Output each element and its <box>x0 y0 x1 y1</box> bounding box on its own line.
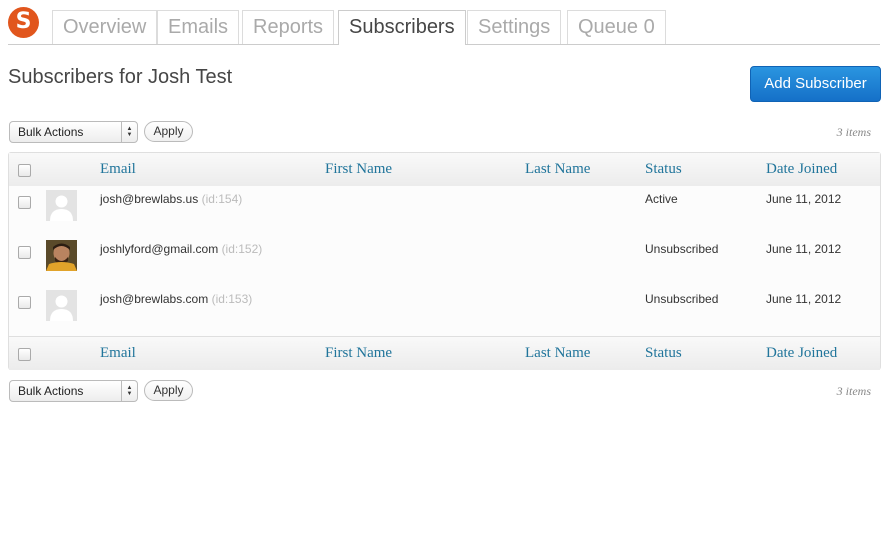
table-row: joshlyford@gmail.com (id:152) Unsubscrib… <box>9 236 880 287</box>
bulk-actions-select-bottom[interactable]: Bulk Actions ▲ ▼ <box>9 380 138 402</box>
row-checkbox[interactable] <box>18 196 31 209</box>
add-subscriber-button[interactable]: Add Subscriber <box>750 66 881 102</box>
default-avatar-icon <box>46 190 77 221</box>
logo-letter: S <box>15 9 32 34</box>
subscribers-table: Email First Name Last Name Status Date J… <box>8 152 881 370</box>
bulk-actions-select-top[interactable]: Bulk Actions ▲ ▼ <box>9 121 138 143</box>
avatar <box>46 240 77 271</box>
row-checkbox[interactable] <box>18 246 31 259</box>
date-joined-cell: June 11, 2012 <box>766 242 842 256</box>
tab-emails[interactable]: Emails <box>157 10 240 44</box>
column-first-name[interactable]: First Name <box>325 345 392 362</box>
items-count-bottom: 3 items <box>836 384 871 398</box>
date-joined-cell: June 11, 2012 <box>766 292 842 306</box>
select-all-checkbox[interactable] <box>18 164 31 177</box>
select-arrows-icon: ▲ ▼ <box>121 122 137 142</box>
email-text: josh@brewlabs.com <box>100 292 209 306</box>
apply-button-top[interactable]: Apply <box>144 121 193 142</box>
row-checkbox[interactable] <box>18 296 31 309</box>
select-arrows-icon: ▲ ▼ <box>121 381 137 401</box>
tab-subscribers[interactable]: Subscribers <box>338 10 466 45</box>
tab-settings[interactable]: Settings <box>467 10 562 44</box>
tab-overview[interactable]: Overview <box>52 10 158 44</box>
column-status[interactable]: Status <box>645 161 682 178</box>
column-last-name[interactable]: Last Name <box>525 345 590 362</box>
email-text: josh@brewlabs.us <box>100 192 199 206</box>
bulk-actions-label: Bulk Actions <box>18 125 84 139</box>
apply-button-bottom[interactable]: Apply <box>144 380 193 401</box>
app-logo[interactable]: S <box>8 7 39 38</box>
date-joined-cell: June 11, 2012 <box>766 192 842 206</box>
status-cell: Unsubscribed <box>645 292 719 306</box>
email-cell[interactable]: joshlyford@gmail.com (id:152) <box>100 242 262 256</box>
user-photo-avatar <box>46 240 77 271</box>
column-status[interactable]: Status <box>645 345 682 362</box>
items-count-top: 3 items <box>836 125 871 139</box>
email-text: joshlyford@gmail.com <box>100 242 219 256</box>
select-all-checkbox-footer[interactable] <box>18 348 31 361</box>
table-header: Email First Name Last Name Status Date J… <box>9 153 880 187</box>
column-first-name[interactable]: First Name <box>325 161 392 178</box>
subscriber-id: (id:152) <box>221 242 263 256</box>
tab-reports[interactable]: Reports <box>242 10 335 44</box>
table-footer: Email First Name Last Name Status Date J… <box>9 336 880 370</box>
table-row: josh@brewlabs.us (id:154) Active June 11… <box>9 186 880 237</box>
subscriber-id: (id:154) <box>201 192 243 206</box>
column-last-name[interactable]: Last Name <box>525 161 590 178</box>
page-title: Subscribers for Josh Test <box>8 66 233 88</box>
avatar <box>46 290 77 321</box>
status-cell: Unsubscribed <box>645 242 719 256</box>
avatar <box>46 190 77 221</box>
table-row: josh@brewlabs.com (id:153) Unsubscribed … <box>9 286 880 337</box>
bulk-actions-label: Bulk Actions <box>18 384 84 398</box>
column-date-joined[interactable]: Date Joined <box>766 345 837 362</box>
column-email[interactable]: Email <box>100 345 136 362</box>
status-cell: Active <box>645 192 678 206</box>
column-date-joined[interactable]: Date Joined <box>766 161 837 178</box>
subscriber-id: (id:153) <box>211 292 253 306</box>
column-email[interactable]: Email <box>100 161 136 178</box>
default-avatar-icon <box>46 290 77 321</box>
email-cell[interactable]: josh@brewlabs.us (id:154) <box>100 192 242 206</box>
tab-queue[interactable]: Queue 0 <box>567 10 666 44</box>
email-cell[interactable]: josh@brewlabs.com (id:153) <box>100 292 252 306</box>
